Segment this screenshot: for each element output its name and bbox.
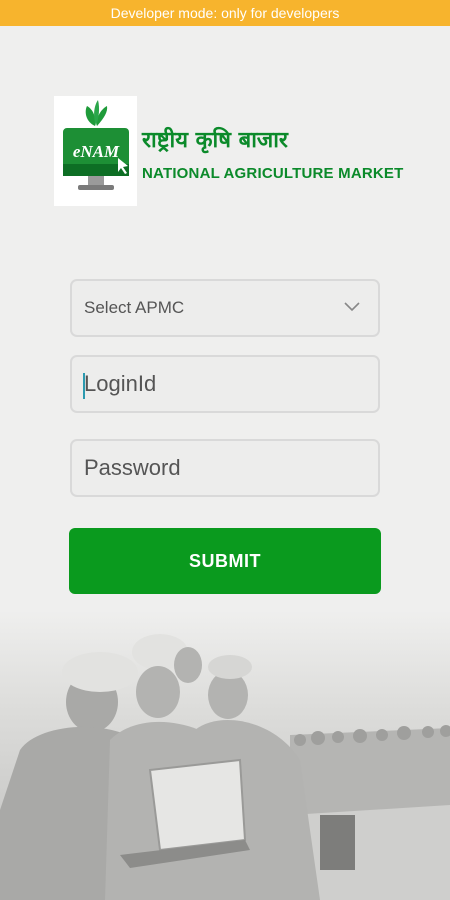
- submit-button[interactable]: SUBMIT: [69, 528, 381, 594]
- enam-logo-graphic: eNAM: [63, 100, 129, 190]
- developer-mode-banner: Developer mode: only for developers: [0, 0, 450, 26]
- logo-title-hindi: राष्ट्रीय कृषि बाजार: [142, 128, 288, 153]
- chevron-down-icon: [344, 302, 360, 312]
- apmc-select[interactable]: Select APMC: [70, 279, 380, 337]
- password-placeholder: Password: [84, 455, 181, 480]
- password-field[interactable]: Password: [70, 439, 380, 497]
- enam-badge-text: eNAM: [73, 142, 120, 161]
- login-id-placeholder: LoginId: [84, 371, 157, 396]
- enam-logo: eNAM: [54, 96, 137, 206]
- login-id-field[interactable]: LoginId: [70, 355, 380, 413]
- farmers-background-image: [0, 610, 450, 900]
- logo-title-english: NATIONAL AGRICULTURE MARKET: [142, 165, 404, 182]
- apmc-select-value: Select APMC: [84, 298, 185, 317]
